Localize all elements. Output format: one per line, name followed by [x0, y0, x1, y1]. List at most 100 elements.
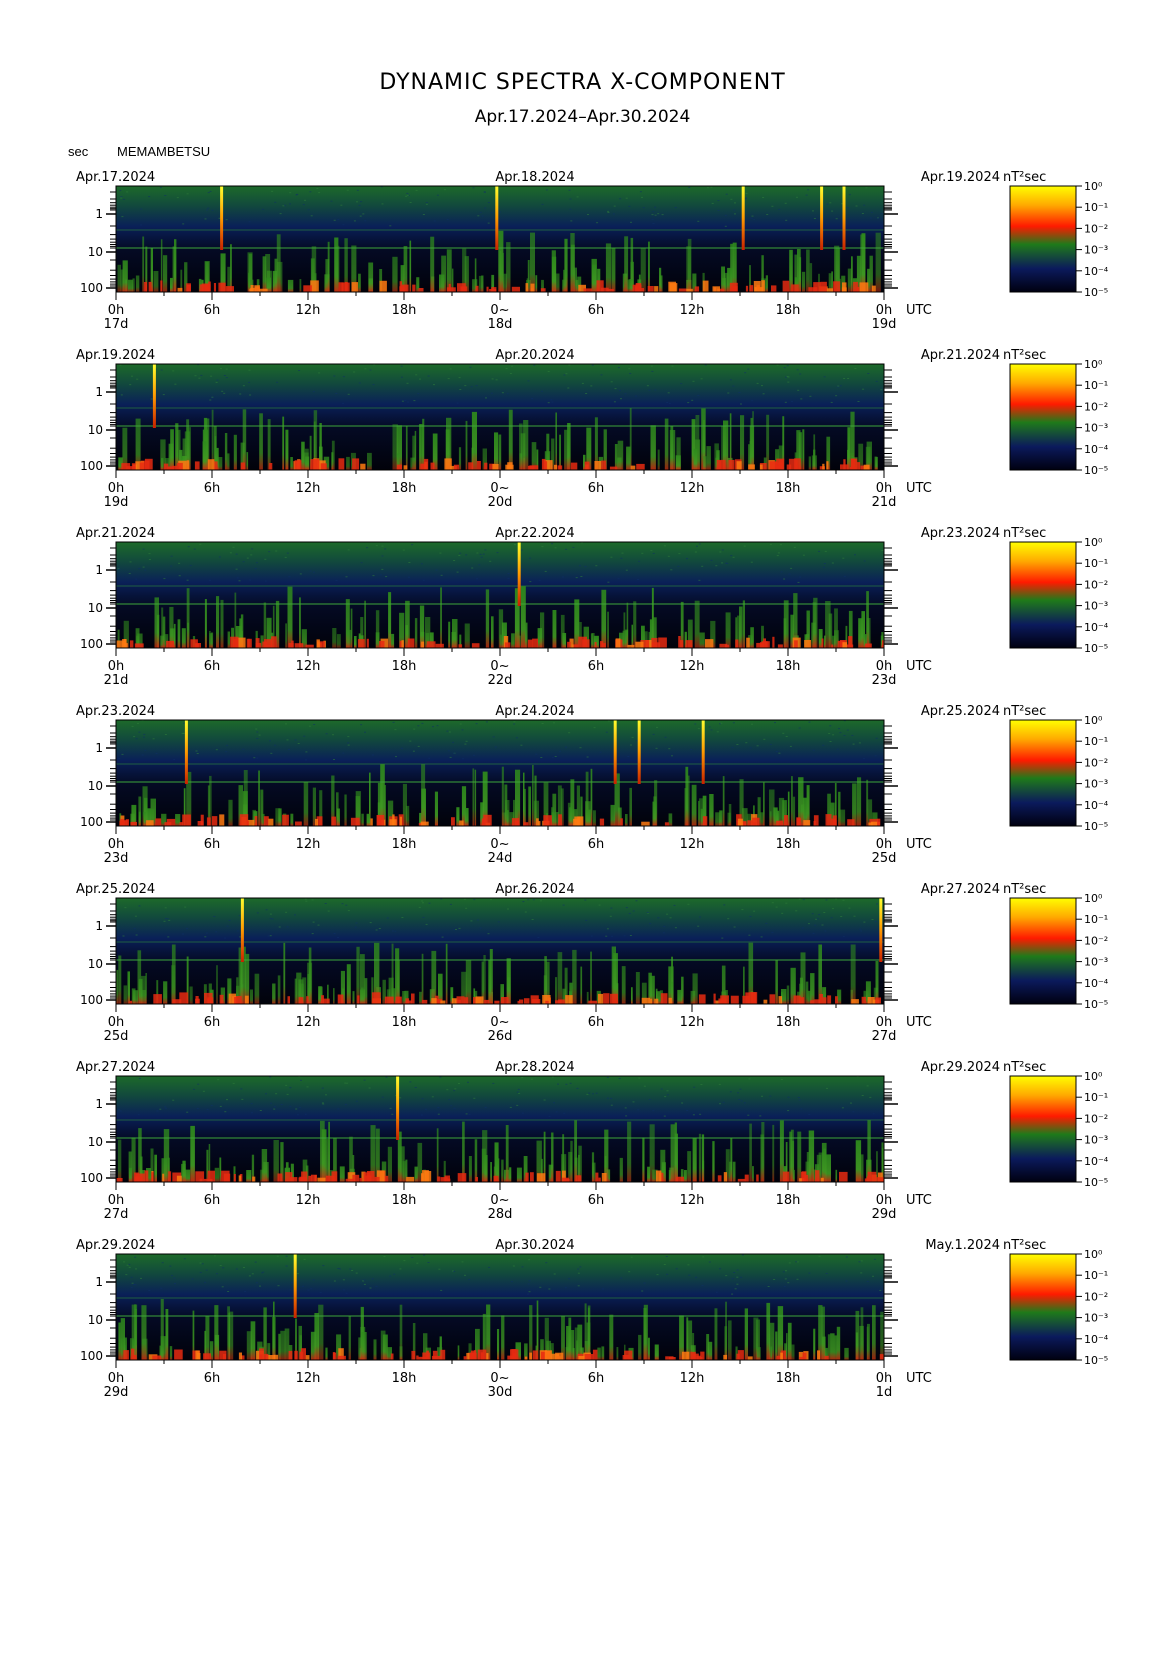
spectral-burst	[272, 983, 276, 1004]
spectral-burst	[523, 420, 529, 470]
spectral-burst	[233, 434, 237, 470]
colorbar-tick-label: 10⁻¹	[1084, 201, 1108, 214]
spectral-burst	[272, 1317, 276, 1360]
spectral-burst	[703, 456, 707, 470]
spectral-burst	[617, 440, 624, 470]
spectral-burst	[555, 412, 557, 470]
x-tick-label: 6h	[588, 481, 605, 496]
spectral-burst	[855, 1140, 862, 1182]
spectral-burst	[555, 977, 558, 1004]
spectral-burst	[698, 800, 700, 826]
colorbar-tick-label: 10⁻⁴	[1084, 1333, 1109, 1346]
spectral-burst	[801, 271, 806, 292]
colorbar-tick-label: 10⁻³	[1084, 1134, 1108, 1147]
spectral-burst	[706, 446, 711, 470]
spectral-burst	[642, 1137, 645, 1182]
spectral-burst	[585, 809, 591, 826]
y-tick-label: 10	[88, 423, 103, 437]
colorbar-tick-label: 10⁻¹	[1084, 913, 1108, 926]
spectral-burst	[211, 632, 214, 648]
colorbar-tick-label: 10⁻⁵	[1084, 464, 1108, 477]
spectral-burst	[844, 1347, 849, 1360]
spectral-burst	[552, 610, 557, 648]
x-tick-label: 18h	[776, 659, 801, 674]
spectral-burst	[654, 1344, 659, 1360]
spectrogram-plot: 1 10 100 0h 6h 12h 18h 0~ 6h 12h 18h 0h UTC 27d 28d 29d	[80, 1075, 932, 1222]
spectral-burst	[872, 1305, 876, 1360]
spectral-burst	[501, 1159, 504, 1182]
spectral-burst	[505, 1125, 509, 1182]
colorbar-tick-label: 10⁻²	[1084, 1290, 1108, 1303]
colorbar-tick-label: 10⁰	[1084, 180, 1103, 193]
spectral-burst	[652, 801, 657, 826]
spectral-burst	[791, 1344, 795, 1360]
spectral-burst	[214, 1167, 220, 1182]
spectral-burst	[508, 409, 513, 470]
x-tick-label: 6h	[204, 1371, 221, 1386]
spectral-burst	[175, 814, 181, 826]
spectral-burst	[625, 814, 628, 826]
spectral-burst	[732, 1161, 736, 1182]
x-tick-label: 18h	[392, 1193, 417, 1208]
spectral-burst	[587, 1305, 591, 1360]
spectral-burst	[756, 1347, 761, 1360]
spectral-burst	[698, 1133, 702, 1182]
spectral-burst	[186, 588, 190, 648]
spectral-burst	[570, 233, 575, 292]
spectral-burst	[657, 449, 660, 470]
spectral-burst	[808, 456, 811, 470]
spectral-spike	[495, 186, 499, 250]
spectral-burst	[439, 274, 445, 292]
spectral-burst	[189, 986, 193, 1004]
y-tick-label: 1	[95, 207, 103, 221]
day-label: 18d	[488, 317, 513, 332]
spectral-burst	[498, 434, 502, 470]
spectral-burst	[173, 623, 176, 648]
colorbar-tick-label: 10⁻³	[1084, 422, 1108, 435]
x-tick-label: 12h	[296, 1015, 321, 1030]
spectral-burst	[760, 812, 764, 826]
spectral-burst	[346, 964, 351, 1004]
x-tick-label: 6h	[588, 1193, 605, 1208]
spectra-panel: Apr.23.2024 Apr.24.2024 Apr.25.2024 nT²sec1…	[76, 704, 1109, 866]
x-tick-label: 0h	[876, 837, 893, 852]
spectral-burst	[511, 633, 515, 648]
spectral-burst	[532, 765, 534, 826]
panel-date-left: Apr.17.2024	[76, 170, 155, 185]
spectral-burst	[834, 1335, 837, 1360]
spectral-burst	[421, 764, 426, 826]
spectral-burst	[503, 273, 507, 292]
day-label: 1d	[876, 1385, 893, 1400]
colorbar-unit: nT²sec	[1003, 526, 1046, 541]
colorbar-tick-label: 10⁻¹	[1084, 735, 1108, 748]
spectral-burst	[209, 630, 211, 648]
spectral-burst	[331, 440, 335, 470]
spectral-burst	[787, 1322, 792, 1360]
colorbar-tick-label: 10⁻²	[1084, 1112, 1108, 1125]
day-label: 19d	[104, 495, 129, 510]
colorbar-tick-label: 10⁻⁴	[1084, 265, 1109, 278]
x-tick-label: 18h	[392, 303, 417, 318]
y-tick-label: 10	[88, 245, 103, 259]
colorbar-unit: nT²sec	[1003, 704, 1046, 719]
colorbar-tick-label: 10⁻⁵	[1084, 286, 1108, 299]
spectral-burst	[860, 1307, 864, 1360]
x-tick-label: 0~	[490, 303, 509, 318]
spectral-burst	[399, 1346, 403, 1360]
spectral-burst	[838, 791, 841, 826]
spectral-burst	[488, 960, 492, 1004]
spectral-burst	[520, 586, 526, 648]
spectral-burst	[847, 268, 852, 292]
y-tick-label: 10	[88, 957, 103, 971]
spectral-burst	[161, 458, 164, 470]
spectral-burst	[830, 1333, 835, 1360]
colorbar-tick-label: 10⁻²	[1084, 934, 1108, 947]
spectral-burst	[202, 441, 207, 470]
x-tick-label: 18h	[776, 481, 801, 496]
x-tick-label: 18h	[392, 481, 417, 496]
x-tick-label: 0h	[108, 303, 125, 318]
spectral-burst	[246, 452, 249, 470]
spectral-burst	[138, 811, 141, 826]
spectral-burst	[769, 789, 775, 826]
spectral-burst	[638, 1334, 642, 1360]
